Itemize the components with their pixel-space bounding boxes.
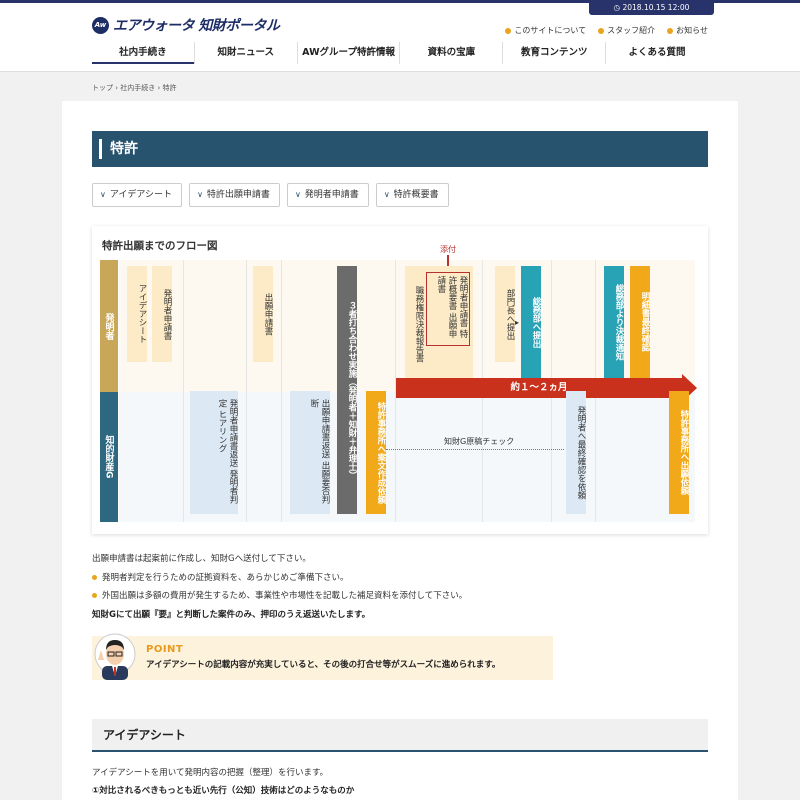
list-item: 外国出願は多額の費用が発生するため、事業性や市場性を記載した補足資料を添付して下… [92, 589, 467, 601]
logo-text: エアウォータ 知財ポータル [113, 18, 280, 34]
flow-step-final-confirm: 発明者へ最終確認を依頼 [566, 391, 586, 514]
chevron-down-icon: ∨ [294, 190, 301, 199]
divider [183, 260, 184, 522]
nav-item-aw-group-patents[interactable]: AWグループ特許情報 [296, 42, 400, 64]
divider [246, 260, 247, 522]
datetime-text: 2018.10.15 12:00 [622, 3, 690, 12]
section-heading-idea-sheet: アイデアシート [92, 719, 708, 752]
flow-step-inventor-application: 発明者申請書 [152, 266, 172, 362]
divider [281, 260, 282, 522]
datetime-badge: ◷ 2018.10.15 12:00 [589, 0, 714, 15]
bullet-icon [92, 592, 97, 598]
tab-idea-sheet[interactable]: ∨ アイデアシート [92, 183, 183, 207]
flow-step-three-party-meeting: ３者打ち合わせ実施（発明者＋知財＋弁理士） [337, 266, 357, 514]
flow-step-filing-request: 特許事務所へ出願依頼 [669, 391, 689, 514]
flow-step-draft-request: 特許事務所へ案文作成依頼 [366, 391, 386, 514]
nav-item-education[interactable]: 教育コンテンツ [502, 42, 605, 64]
chevron-down-icon: ∨ [197, 190, 203, 199]
draft-check-label: 知財G原稿チェック [442, 436, 517, 447]
note-text: 出願申請書は起案前に作成し、知財Gへ送付して下さい。 [92, 554, 311, 564]
flow-step-authority-report: 職務権限決裁報告書 [414, 285, 424, 363]
breadcrumb[interactable]: トップ › 社内手続き › 特許 [92, 83, 177, 93]
anchor-tabs: ∨ アイデアシート ∨ 特許出願申請書 ∨ 発明者申請書 ∨ 特許概要書 [92, 183, 449, 207]
flow-step-submit-to-head: 部門長へ提出 [495, 266, 515, 362]
point-title: POINT [146, 644, 184, 655]
flow-step-approval-notice: 総務部より決裁通知 [604, 266, 624, 378]
flow-title: 特許出願までのフロー図 [102, 240, 218, 252]
important-note: 知財Gにて出願『要』と判断した案件のみ、押印のうえ返送いたします。 [92, 610, 371, 620]
staff-avatar [94, 633, 136, 680]
nav-item-internal-procedures[interactable]: 社内手続き [92, 42, 194, 64]
site-logo[interactable]: Aw エアウォータ 知財ポータル [92, 15, 280, 35]
bullet-icon [505, 27, 512, 34]
duration-arrow: 約１〜２ヵ月 [396, 378, 682, 398]
util-link-staff[interactable]: スタッフ紹介 [598, 25, 655, 36]
lane-label-inventor: 発明者 [100, 260, 118, 392]
lane-label-ip-group: 知的財産G [100, 392, 118, 522]
tab-patent-application[interactable]: ∨ 特許出願申請書 [189, 183, 280, 207]
arrow-right-icon: ▸ [515, 318, 520, 327]
chevron-down-icon: ∨ [383, 190, 390, 199]
flow-step-application-request: 出願申請書 [253, 266, 273, 362]
flow-step-judgement: 出願申請書返送 出願要否判断 [290, 391, 330, 514]
section-question: ①対比されるべきもっとも近い先行（公知）技術はどのようなものか [92, 786, 355, 796]
util-link-about[interactable]: このサイトについて [505, 25, 586, 36]
flow-step-hearing: 発明者申請書返送 発明者判定 ヒアリング [190, 391, 238, 514]
page-title: 特許 [92, 131, 708, 167]
site-header: ◷ 2018.10.15 12:00 Aw エアウォータ 知財ポータル このサイ… [0, 0, 800, 72]
tab-inventor-application[interactable]: ∨ 発明者申請書 [286, 183, 369, 207]
nav-item-faq[interactable]: よくある質問 [605, 42, 708, 64]
bullet-icon [667, 27, 674, 34]
logo-mark-icon: Aw [92, 16, 109, 34]
global-nav: 社内手続き 知財ニュース AWグループ特許情報 資料の宝庫 教育コンテンツ よく… [92, 42, 708, 64]
util-link-news[interactable]: お知らせ [667, 25, 708, 36]
flow-step-final-spec-check: 明細書最終確認 [630, 266, 650, 378]
nav-item-ip-news[interactable]: 知財ニュース [193, 42, 297, 64]
bullet-icon [92, 574, 97, 580]
dotted-connector [386, 449, 564, 450]
flow-step-submit-to-general-affairs: 総務部へ提出 [521, 266, 541, 378]
list-item: 発明者判定を行うための証拠資料を、あらかじめご準備下さい。 [92, 571, 349, 583]
flow-step-attachments: 発明者申請書 特許概要書 出願申請書 [435, 276, 468, 339]
chevron-down-icon: ∨ [100, 190, 106, 199]
section-text: アイデアシートを用いて発明内容の把握（整理）を行います。 [92, 768, 329, 778]
flow-step-idea-sheet: アイデアシート [127, 266, 147, 362]
point-text: アイデアシートの記載内容が充実していると、その後の打合せ等がスムーズに進められま… [146, 660, 501, 670]
utility-links: このサイトについて スタッフ紹介 お知らせ [505, 25, 708, 36]
bullet-icon [598, 27, 605, 34]
attach-label: 添付 [440, 245, 456, 254]
nav-item-resources[interactable]: 資料の宝庫 [399, 42, 502, 64]
tab-patent-summary[interactable]: ∨ 特許概要書 [375, 183, 449, 207]
